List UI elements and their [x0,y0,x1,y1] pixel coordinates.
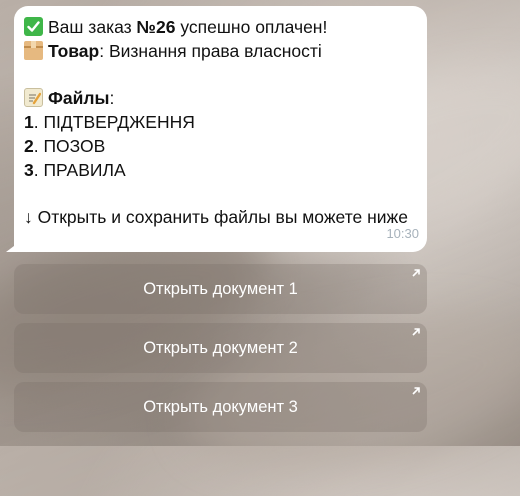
file-name: . ПІДТВЕРДЖЕННЯ [33,112,195,133]
memo-icon [24,88,43,108]
file-name: . ПРАВИЛА [33,159,126,180]
files-label: Файлы [48,88,110,109]
order-number: №26 [136,17,176,37]
button-label: Открыть документ 2 [143,339,298,357]
file-list-item: 3. ПРАВИЛА [24,159,427,183]
button-label: Открыть документ 1 [143,280,298,298]
open-document-2-button[interactable]: Открыть документ 2 [14,323,427,373]
package-icon [24,40,43,60]
files-colon: : [109,88,115,109]
message-time: 10:30 [386,226,419,242]
order-status-suffix: успешно оплачен! [175,17,328,37]
open-document-1-button[interactable]: Открыть документ 1 [14,264,427,314]
file-name: . ПОЗОВ [33,135,106,156]
open-document-3-button[interactable]: Открыть документ 3 [14,382,427,432]
external-link-arrow-icon [412,328,420,336]
check-mark-icon [24,17,43,36]
file-list-item: 1. ПІДТВЕРДЖЕННЯ [24,111,427,135]
product-line: Товар: Визнання права власності [24,40,427,64]
external-link-arrow-icon [412,387,420,395]
file-number: 3 [24,159,34,180]
footer-instruction: ↓ Открыть и сохранить файлы вы можете ни… [24,207,408,228]
external-link-arrow-icon [412,269,420,277]
order-status-line: Ваш заказ №26 успешно оплачен! [24,16,427,40]
file-list-item: 2. ПОЗОВ [24,135,427,159]
message-bubble: Ваш заказ №26 успешно оплачен! Товар: Ви… [14,6,427,252]
files-heading: Файлы: [24,87,427,111]
file-number: 2 [24,135,34,156]
order-status-prefix: Ваш заказ [48,17,137,37]
product-label: Товар [48,40,100,61]
file-number: 1 [24,112,34,133]
product-value: : Визнання права власності [99,40,322,61]
button-label: Открыть документ 3 [143,398,298,416]
